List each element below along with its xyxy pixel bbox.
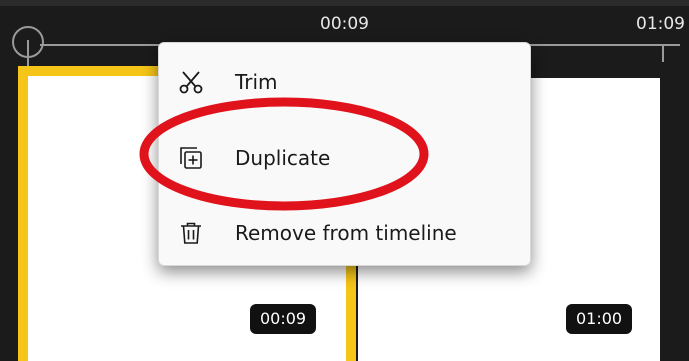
time-marker: 01:09 [636,14,685,34]
menu-item-duplicate[interactable]: Duplicate [159,128,530,188]
menu-item-label: Duplicate [235,146,331,170]
scissors-icon [177,68,205,96]
clip-duration-badge: 00:09 [250,304,317,334]
playhead-line [27,40,29,66]
duplicate-icon [177,144,205,172]
menu-item-label: Trim [235,70,278,94]
trash-icon [177,219,205,247]
time-marker: 00:09 [320,14,369,34]
clip-duration-badge: 01:00 [566,304,633,334]
ruler-tick [662,44,664,62]
clip-context-menu: Trim Duplicate Remove from timeline [158,42,531,266]
menu-item-trim[interactable]: Trim [159,52,530,112]
menu-item-remove-from-timeline[interactable]: Remove from timeline [159,203,530,263]
timeline-panel: 00:09 01:09 00:09 01:00 Trim Duplicate R… [0,0,689,361]
menu-item-label: Remove from timeline [235,221,457,245]
